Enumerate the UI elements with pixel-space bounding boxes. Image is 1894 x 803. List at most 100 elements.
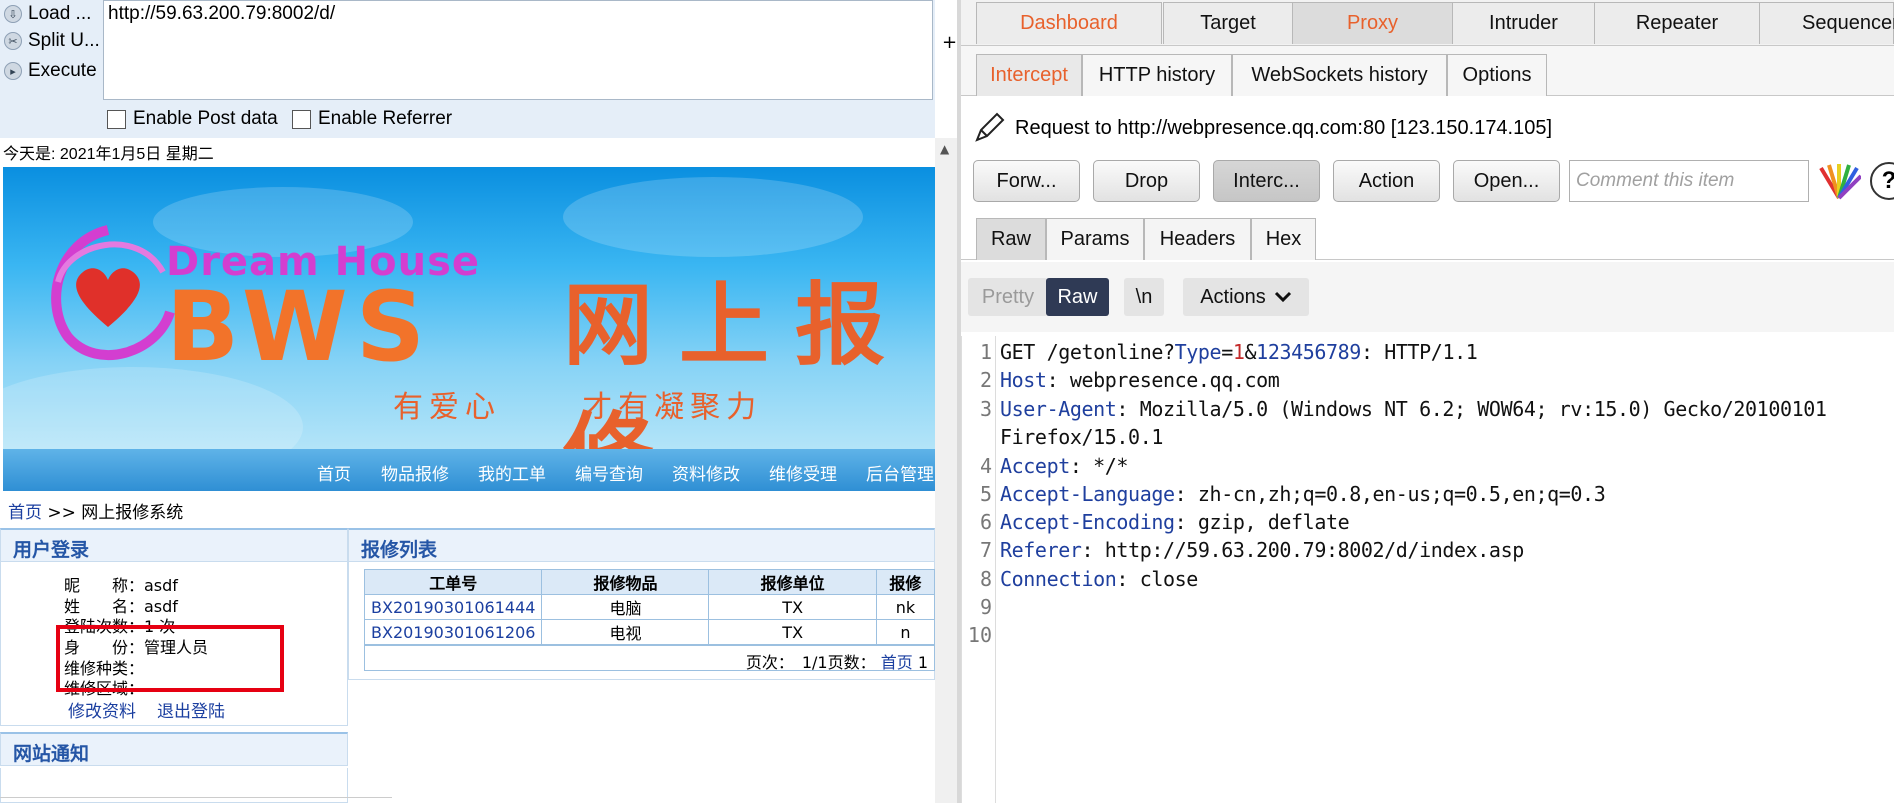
help-icon[interactable]: ?	[1870, 162, 1894, 200]
request-target-label: Request to http://webpresence.qq.com:80 …	[1015, 116, 1553, 139]
nav-item-admin[interactable]: 后台管理	[866, 460, 934, 485]
table-cell: 电视	[541, 619, 710, 645]
request-line-1: GET /getonline?Type=1&123456789: HTTP/1.…	[1000, 340, 1478, 364]
pretty-toggle[interactable]: Pretty	[968, 278, 1048, 316]
column-header: 工单号	[363, 569, 543, 595]
intercept-toggle-button[interactable]: Interc...	[1213, 160, 1320, 202]
tab-raw[interactable]: Raw	[976, 218, 1046, 260]
tab-dashboard[interactable]: Dashboard	[976, 2, 1162, 44]
tab-proxy[interactable]: Proxy	[1292, 2, 1453, 44]
order-number-link[interactable]: BX20190301061206	[363, 619, 543, 645]
order-number-link[interactable]: BX20190301061444	[363, 594, 543, 620]
slogan-part: 有爱心	[393, 390, 501, 425]
tab-target[interactable]: Target	[1163, 2, 1293, 44]
tab-intruder[interactable]: Intruder	[1452, 2, 1595, 44]
tab-intercept[interactable]: Intercept	[976, 54, 1082, 96]
code-text: GET /getonline?	[1000, 340, 1175, 364]
nav-item-home[interactable]: 首页	[317, 460, 351, 485]
tab-repeater[interactable]: Repeater	[1594, 2, 1760, 44]
tab-params[interactable]: Params	[1046, 218, 1144, 260]
header-value: : Mozilla/5.0 (Windows NT 6.2; WOW64; rv…	[1116, 397, 1827, 421]
header-name: Accept	[1000, 454, 1070, 478]
hackbar: ⇩ Load ... ✂ Split U... ▸ Execute http:/…	[0, 0, 935, 138]
enable-referrer-label: Enable Referrer	[318, 108, 453, 129]
line-number: 1	[979, 340, 992, 364]
action-button[interactable]: Action	[1333, 160, 1440, 202]
nav-item-profile[interactable]: 资料修改	[672, 460, 740, 485]
actions-dropdown[interactable]: Actions	[1183, 278, 1309, 316]
nav-item-my-orders[interactable]: 我的工单	[478, 460, 546, 485]
site-nav: 首页 物品报修 我的工单 编号查询 资料修改 维修受理 后台管理	[3, 449, 935, 491]
request-line-8: Connection: close	[1000, 567, 1198, 591]
highlight-color-icon[interactable]	[1817, 162, 1861, 200]
enable-post-label: Enable Post data	[133, 108, 278, 129]
line-number: 8	[979, 567, 992, 591]
line-number: 9	[979, 595, 992, 619]
line-number: 7	[979, 538, 992, 562]
heart-logo-icon	[51, 225, 175, 360]
header-value: : http://59.63.200.79:8002/d/index.asp	[1081, 538, 1525, 562]
header-name: Connection	[1000, 567, 1117, 591]
edit-profile-link[interactable]: 修改资料	[68, 697, 136, 722]
breadcrumb-home-link[interactable]: 首页	[8, 503, 42, 523]
checkbox-box[interactable]	[292, 109, 311, 129]
param-value: 1	[1232, 340, 1245, 364]
header-name: Referer	[1000, 538, 1082, 562]
table-row: BX20190301061206 电视 TX n	[363, 619, 935, 645]
tab-http-history[interactable]: HTTP history	[1082, 54, 1232, 96]
tab-hex[interactable]: Hex	[1251, 218, 1316, 260]
line-number: 2	[979, 368, 992, 392]
line-number: 10	[967, 623, 992, 647]
tab-sequencer[interactable]: Sequencer	[1759, 2, 1894, 44]
enable-post-checkbox[interactable]: Enable Post data	[107, 108, 278, 130]
table-cell: TX	[708, 594, 877, 620]
enable-referrer-checkbox[interactable]: Enable Referrer	[292, 108, 452, 130]
scissors-icon: ✂	[4, 32, 22, 50]
drop-button[interactable]: Drop	[1093, 160, 1200, 202]
comment-input[interactable]: Comment this item	[1569, 160, 1809, 202]
split-label: Split U...	[28, 30, 100, 51]
column-header: 报修单位	[708, 569, 877, 595]
param-name: Type	[1174, 340, 1222, 364]
logout-link[interactable]: 退出登陆	[157, 697, 225, 722]
add-field-button[interactable]: +	[942, 32, 957, 53]
request-line-6: Accept-Encoding: gzip, deflate	[1000, 510, 1350, 534]
notice-panel-title: 网站通知	[0, 732, 348, 766]
show-newlines-button[interactable]: \n	[1124, 278, 1164, 316]
open-browser-button[interactable]: Open...	[1453, 160, 1560, 202]
request-line-3-wrap: Firefox/15.0.1	[1000, 425, 1163, 449]
banner-slogan: 有爱心 才有凝聚力	[393, 382, 762, 426]
url-textarea[interactable]: http://59.63.200.79:8002/d/	[103, 0, 933, 100]
raw-toggle[interactable]: Raw	[1046, 278, 1109, 316]
tab-headers[interactable]: Headers	[1144, 218, 1251, 260]
nav-item-accept[interactable]: 维修受理	[769, 460, 837, 485]
execute-button[interactable]: ▸ Execute	[0, 57, 97, 85]
checkbox-box[interactable]	[107, 109, 126, 129]
pager-first-link[interactable]: 首页	[881, 653, 913, 672]
code-text: =	[1221, 340, 1233, 364]
nav-item-report[interactable]: 物品报修	[381, 460, 449, 485]
request-line-3: User-Agent: Mozilla/5.0 (Windows NT 6.2;…	[1000, 397, 1827, 421]
actions-label: Actions	[1200, 285, 1266, 308]
header-name: Host	[1000, 368, 1047, 392]
banner-bubble	[563, 177, 863, 257]
request-line-5: Accept-Language: zh-cn,zh;q=0.8,en-us;q=…	[1000, 482, 1606, 506]
tab-websockets-history[interactable]: WebSockets history	[1232, 54, 1447, 96]
table-header-row: 工单号 报修物品 报修单位 报修	[363, 569, 935, 595]
scroll-up-icon[interactable]: ▲	[940, 142, 949, 156]
pager-text: 页次： 1/1页数：	[745, 653, 876, 672]
play-icon: ▸	[4, 62, 22, 80]
date-line: 今天是: 2021年1月5日 星期二	[3, 146, 214, 163]
nav-item-query[interactable]: 编号查询	[575, 460, 643, 485]
table-cell: 电脑	[541, 594, 710, 620]
split-url-button[interactable]: ✂ Split U...	[0, 27, 100, 55]
load-url-button[interactable]: ⇩ Load ...	[0, 0, 91, 28]
line-number: 6	[979, 510, 992, 534]
request-line-7: Referer: http://59.63.200.79:8002/d/inde…	[1000, 538, 1524, 562]
load-label: Load ...	[28, 3, 92, 24]
divider	[0, 797, 392, 798]
tab-options[interactable]: Options	[1447, 54, 1547, 96]
request-editor[interactable]: 1 2 3 4 5 6 7 8 9 10 GET /getonline?Type…	[961, 336, 1894, 803]
page-scrollbar[interactable]: ▲	[935, 138, 957, 803]
forward-button[interactable]: Forw...	[973, 160, 1080, 202]
